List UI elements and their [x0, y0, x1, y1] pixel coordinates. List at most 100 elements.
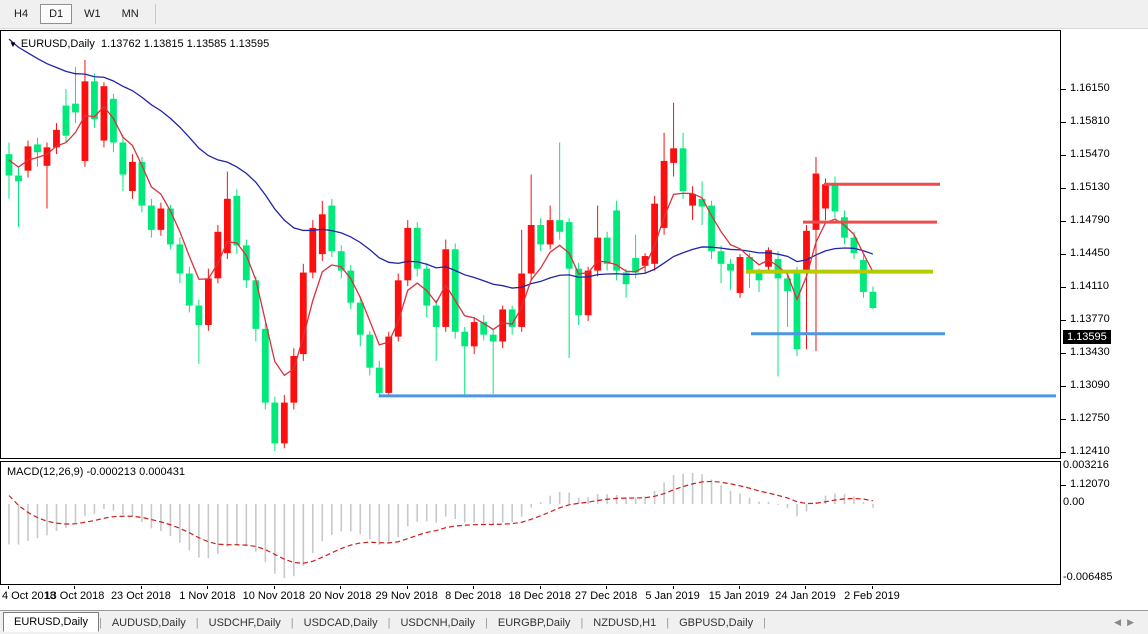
timeframe-button-h4[interactable]: H4 [5, 4, 37, 24]
candle-body [680, 148, 687, 191]
macd-panel[interactable]: MACD(12,26,9) -0.000213 0.000431 [0, 461, 1061, 585]
date-axis-label: 13 Oct 2018 [44, 590, 104, 602]
price-axis-label: 1.12070 [1070, 478, 1110, 490]
candle-body [737, 257, 744, 293]
price-axis-label: 1.14110 [1070, 280, 1109, 292]
price-axis-tick [1061, 386, 1066, 387]
symbol-tab-nzdusd[interactable]: NZDUSD,H1 [583, 614, 666, 632]
candle-body [186, 274, 193, 306]
symbol-tab-audusd[interactable]: AUDUSD,Daily [102, 614, 196, 632]
candle-body [794, 272, 801, 350]
candle-body [72, 104, 79, 113]
symbol-tab-usdcnh[interactable]: USDCNH,Daily [390, 614, 485, 632]
symbol-tab-usdcad[interactable]: USDCAD,Daily [294, 614, 388, 632]
symbol-tab-gbpusd[interactable]: GBPUSD,Daily [669, 614, 763, 632]
date-axis-tick [207, 586, 208, 589]
date-axis-tick [141, 586, 142, 589]
candle-body [566, 222, 573, 269]
date-axis-label: 15 Jan 2019 [709, 590, 770, 602]
candle-body [15, 176, 22, 182]
price-axis-label: 1.15130 [1070, 181, 1110, 193]
candle-body [822, 184, 829, 208]
date-axis-label: 8 Dec 2018 [445, 590, 501, 602]
candle-body [604, 238, 611, 264]
candle-body [44, 147, 51, 165]
date-axis[interactable]: 4 Oct 201813 Oct 201823 Oct 20181 Nov 20… [0, 586, 1148, 609]
date-axis-label: 1 Nov 2018 [179, 590, 235, 602]
price-axis-label: 1.13090 [1070, 379, 1110, 391]
price-axis-tick [1061, 353, 1066, 354]
candle-body [34, 144, 41, 152]
candle-body [547, 220, 554, 244]
price-axis-tick [1061, 485, 1066, 486]
price-axis-label: 1.13430 [1070, 346, 1110, 358]
price-axis-tick [1061, 122, 1066, 123]
candle-body [594, 238, 601, 271]
macd-axis-label: 0.003216 [1063, 459, 1109, 471]
candlestick-chart[interactable] [1, 31, 1060, 458]
candle-body [471, 322, 478, 346]
date-axis-label: 29 Nov 2018 [376, 590, 438, 602]
date-axis-tick [540, 586, 541, 589]
tab-scroll-arrows[interactable]: ◀▶ [1114, 617, 1140, 628]
mt4-chart-window: H4D1W1MN ▼EURUSD,Daily 1.13762 1.13815 1… [0, 0, 1148, 634]
candle-body [110, 99, 117, 143]
timeframe-button-w1[interactable]: W1 [75, 4, 110, 24]
price-axis-label: 1.15470 [1070, 148, 1110, 160]
price-axis-tick [1061, 287, 1066, 288]
date-axis-tick [673, 586, 674, 589]
candle-body [461, 332, 468, 347]
symbol-tab-eurgbp[interactable]: EURGBP,Daily [488, 614, 581, 632]
candle-body [25, 146, 32, 170]
date-axis-label: 24 Jan 2019 [775, 590, 836, 602]
price-axis-tick [1061, 155, 1066, 156]
price-axis-label: 1.13770 [1070, 313, 1110, 325]
date-axis-label: 5 Jan 2019 [645, 590, 699, 602]
price-axis[interactable]: 1.13595 1.161501.158101.154701.151301.14… [1061, 30, 1148, 586]
price-axis-label: 1.14450 [1070, 247, 1110, 259]
candle-body [385, 337, 392, 393]
candle-body [300, 273, 307, 355]
symbol-tab-usdchf[interactable]: USDCHF,Daily [199, 614, 291, 632]
candle-body [499, 309, 506, 341]
candle-body [319, 214, 326, 254]
date-axis-tick [274, 586, 275, 589]
price-axis-tick [1061, 419, 1066, 420]
date-axis-tick [606, 586, 607, 589]
tab-scroll-left-icon[interactable]: ◀ [1114, 617, 1127, 627]
macd-axis-label: 0.00 [1063, 496, 1084, 508]
tab-scroll-right-icon[interactable]: ▶ [1127, 617, 1140, 627]
date-axis-label: 20 Nov 2018 [309, 590, 371, 602]
macd-chart[interactable] [1, 462, 1060, 584]
candle-body [537, 225, 544, 244]
candle-body [148, 206, 155, 230]
timeframe-button-d1[interactable]: D1 [40, 4, 72, 24]
candle-body [689, 194, 696, 206]
date-axis-tick [739, 586, 740, 589]
candle-body [6, 154, 13, 175]
price-axis-label: 1.15810 [1070, 115, 1110, 127]
candle-body [366, 335, 373, 368]
chart-dropdown-icon[interactable]: ▼ [9, 40, 17, 49]
toolbar-separator [155, 4, 156, 24]
candle-body [860, 260, 867, 292]
symbol-tab-eurusd[interactable]: EURUSD,Daily [3, 612, 99, 632]
macd-indicator-label: MACD(12,26,9) -0.000213 0.000431 [7, 466, 185, 478]
date-axis-tick [340, 586, 341, 589]
candle-body [490, 335, 497, 342]
candle-body [129, 162, 136, 191]
timeframe-button-mn[interactable]: MN [113, 4, 148, 24]
price-axis-label: 1.14790 [1070, 214, 1110, 226]
candle-body [328, 206, 335, 252]
candle-body [651, 204, 658, 264]
candle-body [176, 244, 183, 273]
candle-body [101, 86, 108, 140]
date-axis-tick [473, 586, 474, 589]
candle-body [556, 220, 563, 232]
candle-body [727, 264, 734, 271]
candle-body [423, 269, 430, 306]
date-axis-tick [74, 586, 75, 589]
date-axis-tick [8, 586, 9, 589]
candle-body [214, 232, 221, 279]
price-chart-panel[interactable]: ▼EURUSD,Daily 1.13762 1.13815 1.13585 1.… [0, 30, 1061, 459]
